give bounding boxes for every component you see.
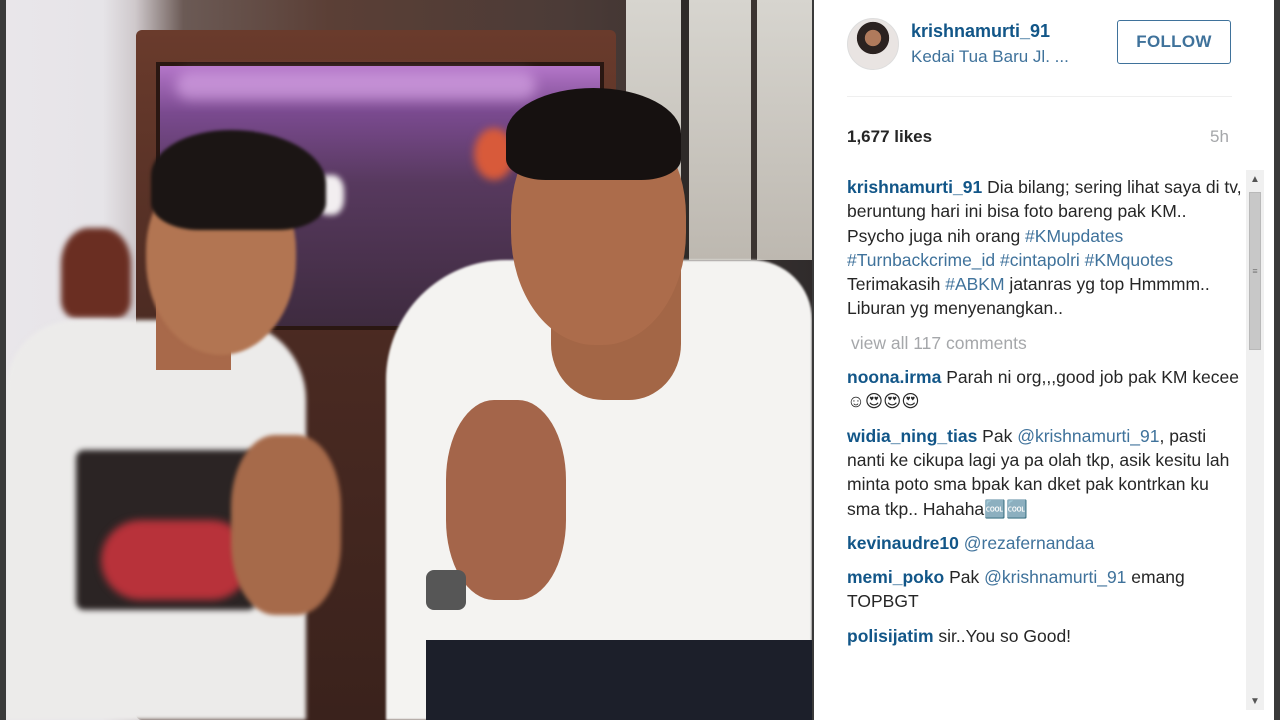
- post-photo[interactable]: [6, 0, 812, 720]
- photo-shirt-print-red: [101, 520, 251, 600]
- comment-username[interactable]: noona.irma: [847, 367, 941, 387]
- comment-username[interactable]: kevinaudre10: [847, 533, 959, 553]
- caption-hashtag[interactable]: #ABKM: [945, 274, 1004, 294]
- comment-username[interactable]: polisijatim: [847, 626, 934, 646]
- scrollbar-thumb[interactable]: ≡: [1249, 192, 1261, 350]
- view-all-comments-link[interactable]: view all 117 comments: [851, 331, 1242, 355]
- right-border: [1274, 0, 1280, 720]
- post-sidebar: krishnamurti_91 Kedai Tua Baru Jl. ... F…: [814, 0, 1280, 720]
- post-timestamp[interactable]: 5h: [1210, 127, 1229, 147]
- scroll-down-icon[interactable]: ▼: [1246, 692, 1264, 710]
- header-divider: [847, 96, 1232, 97]
- comment-mention[interactable]: @krishnamurti_91: [1017, 426, 1159, 446]
- photo-person-right-hand: [446, 400, 566, 600]
- photo-person-right-hair: [506, 88, 681, 180]
- comments-scrollbar[interactable]: ▲ ≡ ▼: [1246, 170, 1264, 710]
- caption: krishnamurti_91 Dia bilang; sering lihat…: [847, 175, 1242, 321]
- comment-text: Pak: [944, 567, 985, 588]
- comment-username[interactable]: memi_poko: [847, 567, 944, 587]
- photo-aquarium-light: [176, 72, 536, 100]
- photo-person-left-hand: [231, 435, 341, 615]
- follow-button[interactable]: FOLLOW: [1117, 20, 1231, 64]
- list-item: noona.irma Parah ni org,,,good job pak K…: [847, 365, 1242, 414]
- comment-mention[interactable]: @rezafernandaa: [959, 533, 1095, 553]
- comment-text: sir..You so Good!: [933, 625, 1072, 646]
- post-location[interactable]: Kedai Tua Baru Jl. ...: [911, 47, 1101, 67]
- caption-text: Terimakasih: [847, 274, 946, 295]
- list-item: widia_ning_tias Pak @krishnamurti_91, pa…: [847, 424, 1242, 521]
- post-header: krishnamurti_91 Kedai Tua Baru Jl. ... F…: [814, 0, 1280, 95]
- post-username[interactable]: krishnamurti_91: [911, 21, 1050, 42]
- photo-watch: [426, 570, 466, 610]
- scroll-up-icon[interactable]: ▲: [1246, 170, 1264, 188]
- list-item: memi_poko Pak @krishnamurti_91 emang TOP…: [847, 565, 1242, 614]
- photo-window-frame: [751, 0, 757, 270]
- photo-chair: [61, 228, 131, 318]
- avatar[interactable]: [847, 18, 899, 70]
- comment-mention[interactable]: @krishnamurti_91: [984, 567, 1126, 587]
- comment-text: Pak: [977, 425, 1018, 446]
- list-item: kevinaudre10 @rezafernandaa: [847, 531, 1242, 555]
- comments-list: krishnamurti_91 Dia bilang; sering lihat…: [847, 175, 1242, 720]
- likes-count[interactable]: 1,677 likes: [847, 127, 932, 147]
- comment-username[interactable]: widia_ning_tias: [847, 426, 977, 446]
- caption-username[interactable]: krishnamurti_91: [847, 177, 982, 197]
- photo-person-right-pants: [426, 640, 812, 720]
- list-item: polisijatim sir..You so Good!: [847, 624, 1242, 648]
